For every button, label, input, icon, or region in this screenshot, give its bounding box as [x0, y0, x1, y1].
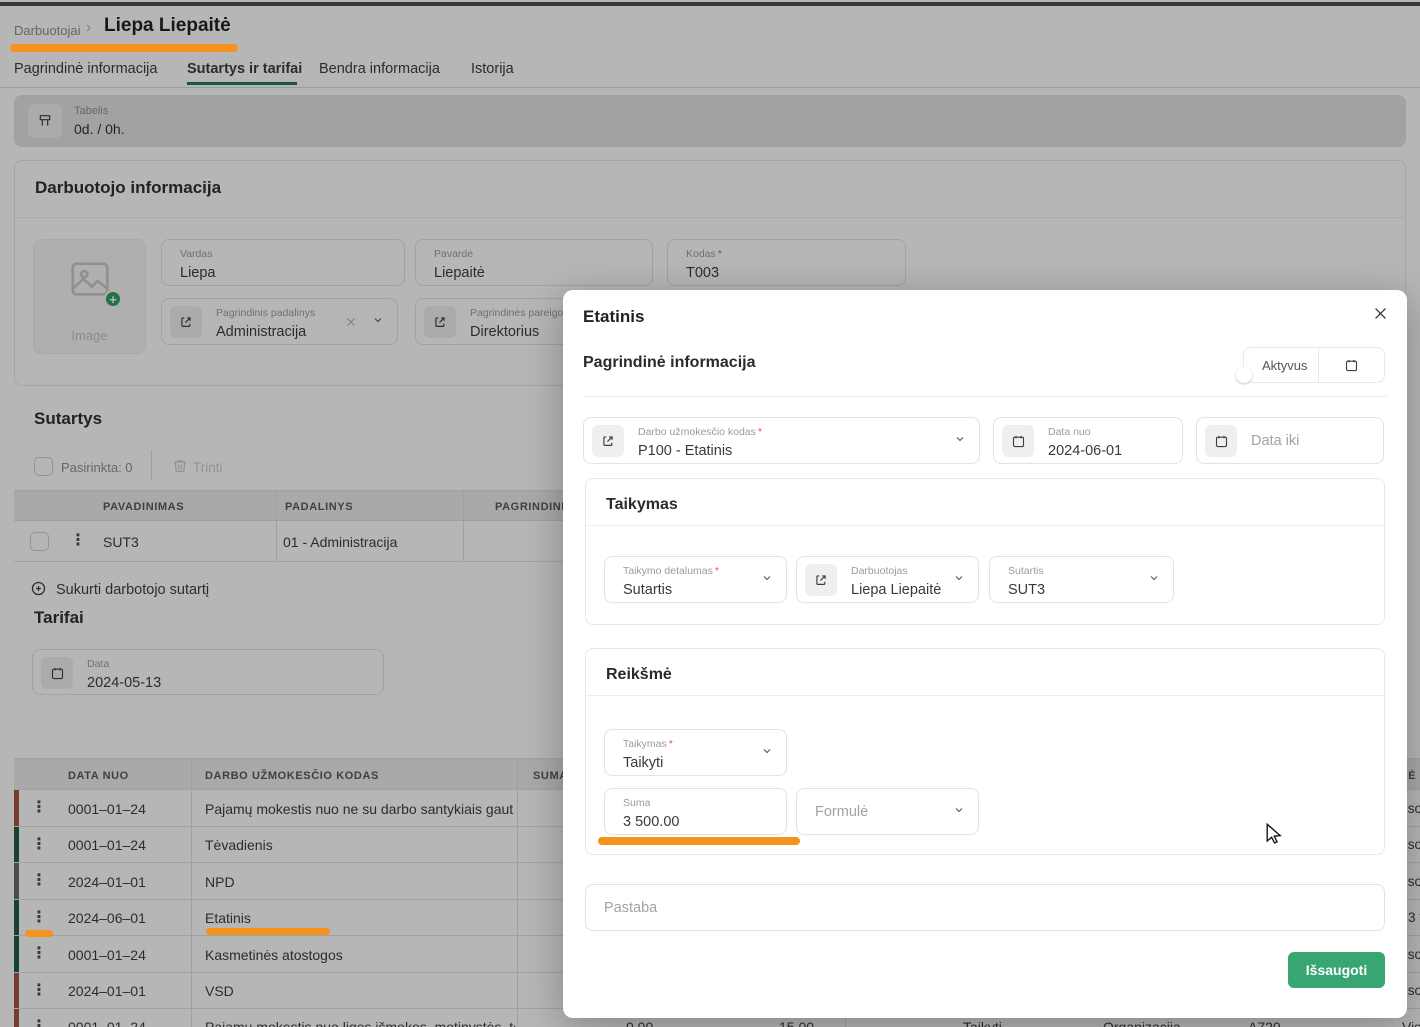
calendar-icon[interactable]	[1205, 425, 1237, 457]
suma-label: Suma	[623, 797, 650, 809]
calendar-icon[interactable]	[1002, 425, 1034, 457]
modal-title: Etatinis	[583, 307, 644, 327]
chevron-down-icon	[761, 744, 773, 762]
darbuotojas-value: Liepa Liepaitė	[851, 582, 941, 598]
kodas-select-value: P100 - Etatinis	[638, 443, 732, 459]
taikymas-label: Taikymas	[623, 738, 667, 750]
active-toggle-group: Aktyvus	[1243, 347, 1385, 383]
taikymas-value: Taikyti	[623, 755, 663, 771]
modal-section-title: Pagrindinė informacija	[583, 354, 755, 372]
external-link-icon[interactable]	[592, 425, 624, 457]
required-mark: *	[758, 426, 762, 438]
save-button[interactable]: Išsaugoti	[1288, 952, 1385, 988]
pastaba-input[interactable]: Pastaba	[585, 884, 1385, 931]
required-mark: *	[715, 565, 719, 577]
sutartis-label: Sutartis	[1008, 565, 1044, 577]
calendar-button[interactable]	[1319, 358, 1384, 373]
annotation-bar-breadcrumb	[10, 44, 238, 52]
app-screen: Darbuotojai › Liepa Liepaitė Pagrindinė …	[0, 0, 1420, 1027]
detalumas-value: Sutartis	[623, 582, 672, 598]
annotation-bar-etatinis	[206, 928, 330, 935]
sutartis-value: SUT3	[1008, 582, 1045, 598]
taikymas-select[interactable]: Taikymas* Taikyti	[604, 729, 787, 776]
card-divider	[586, 695, 1384, 696]
data-iki-placeholder: Data iki	[1251, 433, 1299, 449]
formule-select[interactable]: Formulė	[796, 788, 979, 835]
taikymas-card: Taikymas Taikymo detalumas* Sutartis Dar…	[585, 478, 1385, 625]
reiksme-title: Reikšmė	[606, 666, 672, 684]
data-iki-field[interactable]: Data iki	[1196, 417, 1384, 464]
chevron-down-icon	[953, 571, 965, 589]
pastaba-placeholder: Pastaba	[604, 900, 657, 916]
taikymo-detalumas-select[interactable]: Taikymo detalumas* Sutartis	[604, 556, 787, 603]
darbuotojas-label: Darbuotojas	[851, 565, 908, 577]
taikymas-title: Taikymas	[606, 496, 678, 514]
annotation-bar-suma	[598, 837, 800, 845]
data-nuo-label: Data nuo	[1048, 426, 1091, 438]
mouse-cursor	[1265, 823, 1283, 849]
chevron-down-icon	[954, 432, 966, 450]
formule-placeholder: Formulė	[815, 804, 868, 820]
darbuotojas-select[interactable]: Darbuotojas Liepa Liepaitė	[796, 556, 979, 603]
darbo-uzmokescio-kodas-select[interactable]: Darbo užmokesčio kodas* P100 - Etatinis	[583, 417, 980, 464]
sutartis-select[interactable]: Sutartis SUT3	[989, 556, 1174, 603]
chevron-down-icon	[1148, 571, 1160, 589]
external-link-icon[interactable]	[805, 564, 837, 596]
detalumas-label: Taikymo detalumas	[623, 565, 713, 577]
required-mark: *	[669, 738, 673, 750]
close-icon[interactable]	[1372, 305, 1389, 327]
kodas-select-label: Darbo užmokesčio kodas	[638, 426, 756, 438]
data-nuo-field[interactable]: Data nuo 2024-06-01	[993, 417, 1183, 464]
chevron-down-icon	[953, 803, 965, 821]
modal-divider	[583, 396, 1387, 397]
card-divider	[586, 525, 1384, 526]
data-nuo-value: 2024-06-01	[1048, 443, 1122, 459]
suma-input[interactable]: Suma 3 500.00	[604, 788, 787, 835]
chevron-down-icon	[761, 571, 773, 589]
annotation-bar-row-kebab	[25, 930, 53, 937]
etatinis-modal: Etatinis Pagrindinė informacija Aktyvus …	[563, 290, 1407, 1018]
suma-value: 3 500.00	[623, 814, 679, 830]
